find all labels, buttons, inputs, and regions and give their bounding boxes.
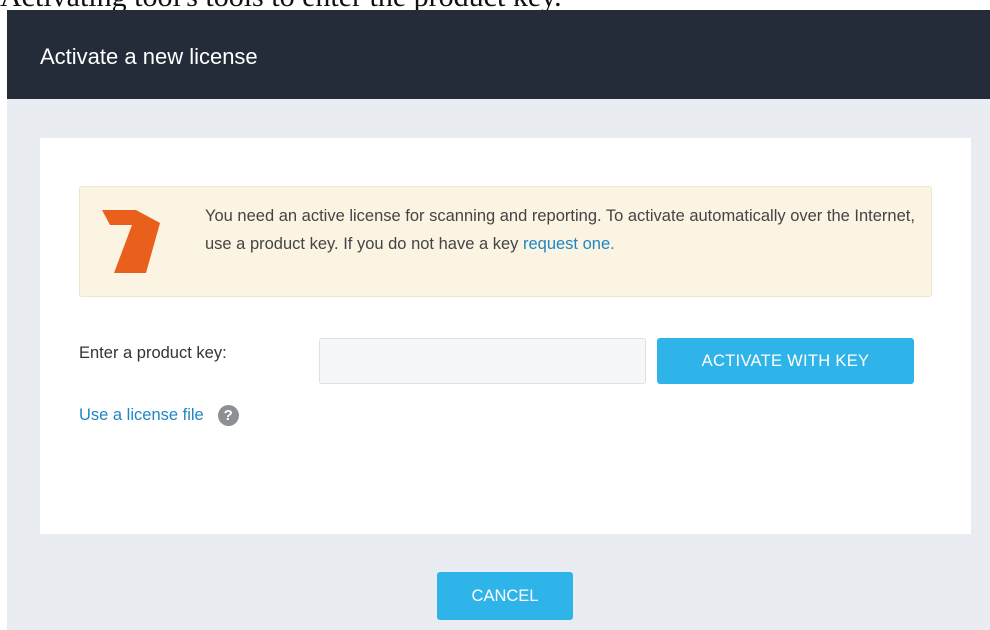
caption-text: Activating tool's tools to enter the pro… [0,0,990,10]
request-license-link[interactable]: request one. [523,235,615,253]
license-card: You need an active license for scanning … [40,138,971,534]
dialog-body: You need an active license for scanning … [7,99,990,630]
product-key-label: Enter a product key: [79,344,227,362]
question-circle-icon[interactable]: ? [217,404,239,426]
cancel-button[interactable]: CANCEL [437,572,573,620]
product-key-input[interactable] [319,338,646,384]
license-notice: You need an active license for scanning … [79,186,932,297]
rapid7-logo-icon [102,210,160,273]
dialog-header: Activate a new license [7,10,990,99]
use-license-file-link[interactable]: Use a license file [79,406,204,425]
notice-text: You need an active license for scanning … [205,202,925,258]
dialog-title: Activate a new license [40,44,258,69]
activate-with-key-button[interactable]: ACTIVATE WITH KEY [657,338,914,384]
license-file-row: Use a license file ? [79,403,239,427]
